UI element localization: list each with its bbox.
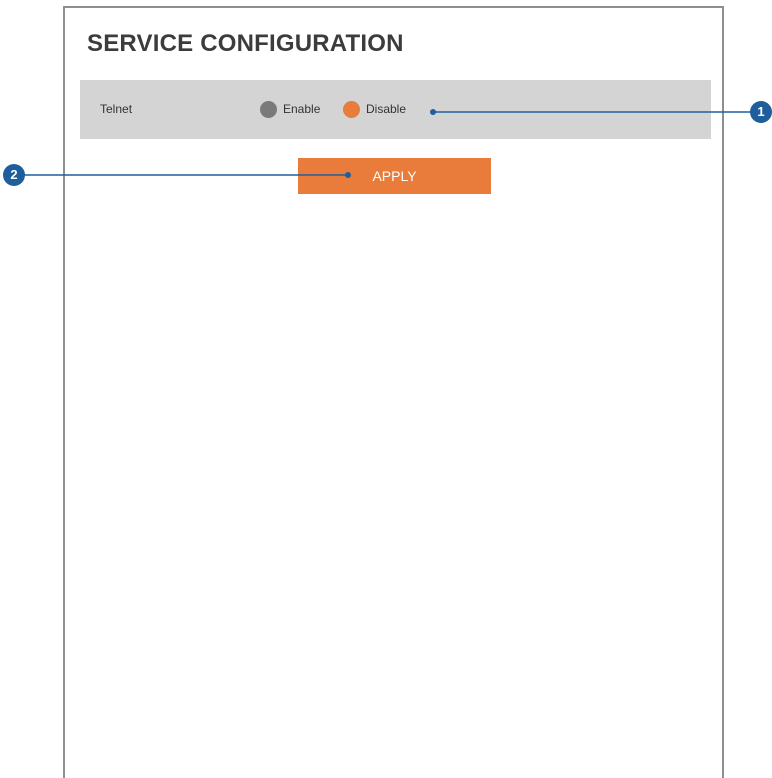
page: SERVICE CONFIGURATION Telnet Enable Disa…: [0, 0, 772, 778]
service-configuration-panel: SERVICE CONFIGURATION Telnet Enable Disa…: [63, 6, 724, 778]
page-title: SERVICE CONFIGURATION: [87, 30, 404, 57]
radio-unselected-icon[interactable]: [260, 100, 277, 118]
telnet-disable-radio[interactable]: Disable: [343, 98, 406, 120]
telnet-enable-label: Enable: [283, 102, 321, 116]
telnet-setting-row: Telnet Enable Disable: [80, 80, 711, 139]
radio-selected-icon[interactable]: [343, 100, 360, 118]
telnet-disable-label: Disable: [366, 102, 407, 116]
telnet-enable-radio[interactable]: Enable: [260, 98, 320, 120]
callout-number-2: 2: [3, 164, 25, 186]
apply-button[interactable]: APPLY: [298, 158, 491, 194]
callout-number-1: 1: [750, 101, 772, 123]
telnet-label: Telnet: [100, 102, 133, 116]
